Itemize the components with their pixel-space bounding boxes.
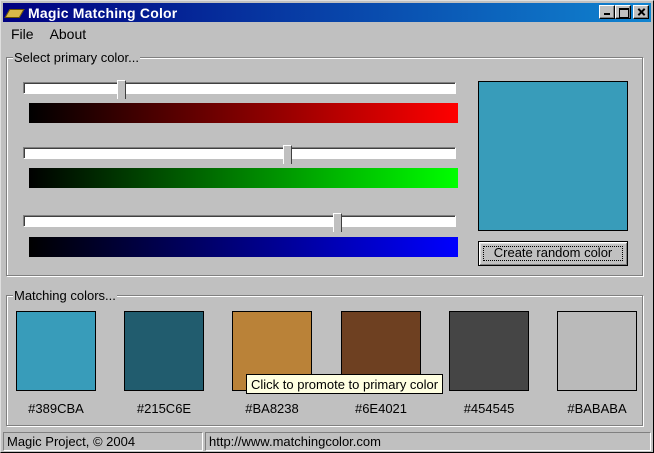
red-gradient [29,103,458,123]
blue-slider-track[interactable] [23,215,456,227]
matching-swatch-5[interactable] [449,311,529,391]
blue-slider[interactable] [23,213,456,237]
matching-hex-1: #389CBA [28,401,84,416]
matching-swatch-1[interactable] [16,311,96,391]
blue-slider-thumb[interactable] [332,213,343,237]
matching-hex-2: #215C6E [136,401,192,416]
primary-color-preview [478,81,628,231]
title-bar[interactable]: Magic Matching Color [3,3,651,22]
green-slider[interactable] [23,145,456,169]
close-icon[interactable] [633,5,649,19]
menu-bar: File About [3,24,94,44]
red-slider[interactable] [23,80,456,104]
status-url: http://www.matchingcolor.com [205,432,651,451]
green-gradient [29,168,458,188]
app-icon [6,6,22,20]
red-slider-thumb[interactable] [116,80,127,104]
menu-about[interactable]: About [42,24,95,44]
red-slider-track[interactable] [23,82,456,94]
matching-hex-4: #6E4021 [354,401,408,416]
status-bar: Magic Project, © 2004 http://www.matchin… [3,432,651,451]
matching-hex-6: #BABABA [567,401,627,416]
matching-group-label: Matching colors... [13,288,117,303]
maximize-icon[interactable] [615,5,631,19]
swatch-tooltip: Click to promote to primary color [246,374,444,394]
matching-hex-3: #BA8238 [245,401,299,416]
create-random-color-button[interactable]: Create random color [478,241,628,266]
blue-gradient [29,237,458,257]
matching-swatch-6[interactable] [557,311,637,391]
create-random-color-label: Create random color [493,245,613,260]
matching-swatch-2[interactable] [124,311,204,391]
status-copyright: Magic Project, © 2004 [3,432,203,451]
green-slider-thumb[interactable] [282,145,293,169]
caption-buttons [599,5,649,19]
app-window: Magic Matching Color File About Select p… [0,0,654,453]
matching-hex-5: #454545 [463,401,515,416]
green-slider-track[interactable] [23,147,456,159]
primary-group-label: Select primary color... [13,50,140,65]
menu-file[interactable]: File [3,24,42,44]
minimize-icon[interactable] [599,5,615,19]
window-title: Magic Matching Color [28,4,178,21]
